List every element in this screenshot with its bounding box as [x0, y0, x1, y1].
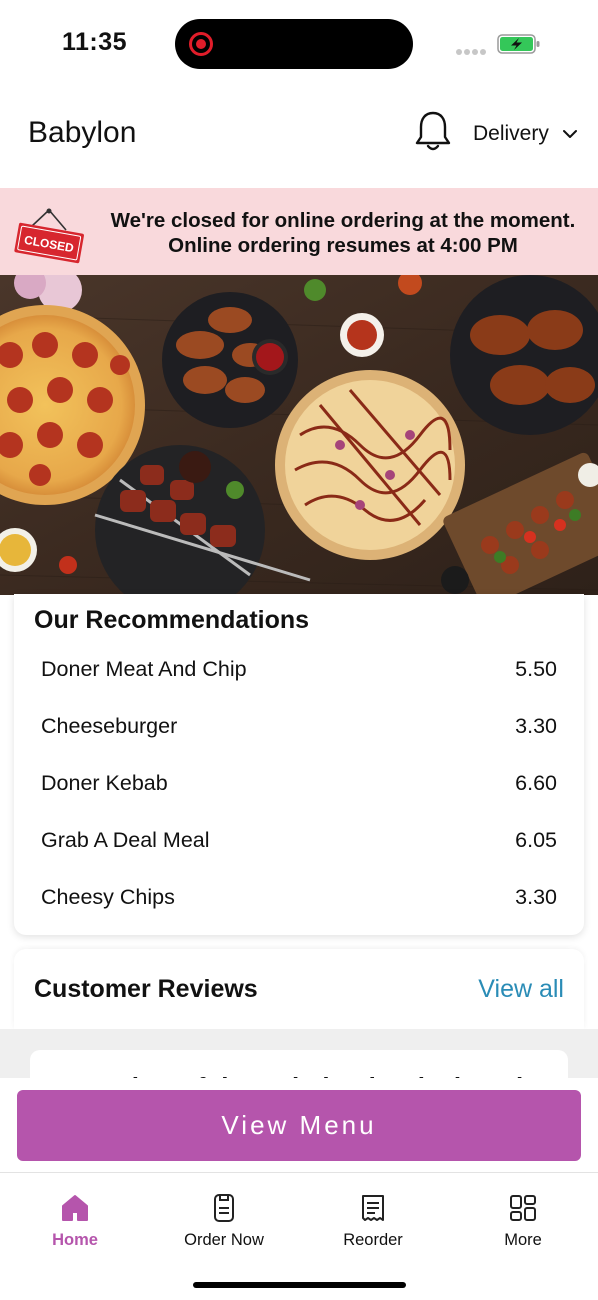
item-price: 6.05 — [515, 828, 557, 852]
closed-message: We're closed for online ordering at the … — [100, 208, 586, 258]
screen-record-icon — [189, 32, 213, 56]
app-header: Babylon Delivery — [0, 96, 598, 176]
nav-label: Order Now — [184, 1231, 264, 1249]
item-name: Doner Kebab — [41, 771, 168, 795]
item-price: 6.60 — [515, 771, 557, 795]
status-bar: 11:35 — [0, 0, 598, 90]
closed-sign-icon: CLOSED — [14, 208, 84, 264]
nav-item-home[interactable]: Home — [15, 1193, 135, 1250]
recommendations-card: Our Recommendations Doner Meat And Chip … — [14, 594, 584, 935]
restaurant-title: Babylon — [28, 116, 137, 149]
nav-label: Home — [52, 1231, 98, 1249]
home-indicator — [193, 1282, 406, 1288]
dynamic-island — [175, 19, 413, 69]
customer-reviews-title: Customer Reviews — [34, 975, 258, 1003]
item-price: 3.30 — [515, 885, 557, 909]
cta-bar: View Menu — [0, 1078, 598, 1173]
status-time: 11:35 — [62, 28, 128, 56]
recommendations-title: Our Recommendations — [34, 606, 310, 634]
recommendation-item[interactable]: Doner Kebab 6.60 — [41, 765, 557, 805]
food-spread-image — [0, 275, 598, 595]
closed-banner: CLOSED We're closed for online ordering … — [0, 188, 598, 275]
nav-item-order-now[interactable]: Order Now — [164, 1193, 284, 1250]
nav-item-reorder[interactable]: Reorder — [313, 1193, 433, 1250]
item-price: 5.50 — [515, 657, 557, 681]
order-icon — [214, 1194, 234, 1222]
delivery-mode-selector[interactable]: Delivery — [473, 122, 577, 146]
item-name: Doner Meat And Chip — [41, 657, 247, 681]
battery-charging-icon — [497, 34, 540, 54]
item-name: Grab A Deal Meal — [41, 828, 210, 852]
signal-dots-icon — [456, 42, 490, 55]
nav-label: More — [504, 1231, 542, 1249]
item-name: Cheesy Chips — [41, 885, 175, 909]
bell-icon[interactable] — [413, 110, 453, 154]
recommendation-item[interactable]: Cheesy Chips 3.30 — [41, 879, 557, 919]
item-price: 3.30 — [515, 714, 557, 738]
view-menu-button[interactable]: View Menu — [17, 1090, 581, 1161]
nav-item-more[interactable]: More — [463, 1193, 583, 1250]
home-icon — [62, 1195, 88, 1221]
recommendation-item[interactable]: Grab A Deal Meal 6.05 — [41, 822, 557, 862]
bottom-nav: Home Order Now Reorder More — [0, 1172, 598, 1300]
delivery-mode-label: Delivery — [473, 122, 549, 145]
closed-message-line1: We're closed for online ordering at the … — [110, 209, 576, 232]
customer-reviews-header: Customer Reviews View all — [14, 949, 584, 1029]
recommendation-item[interactable]: Cheeseburger 3.30 — [41, 708, 557, 748]
chevron-down-icon — [562, 130, 577, 138]
grid-icon — [510, 1195, 536, 1221]
receipt-icon — [362, 1195, 384, 1221]
closed-message-line2: Online ordering resumes at 4:00 PM — [168, 234, 518, 257]
recommendation-item[interactable]: Doner Meat And Chip 5.50 — [41, 651, 557, 691]
nav-label: Reorder — [343, 1231, 403, 1249]
item-name: Cheeseburger — [41, 714, 178, 738]
view-all-reviews-link[interactable]: View all — [478, 975, 564, 1004]
